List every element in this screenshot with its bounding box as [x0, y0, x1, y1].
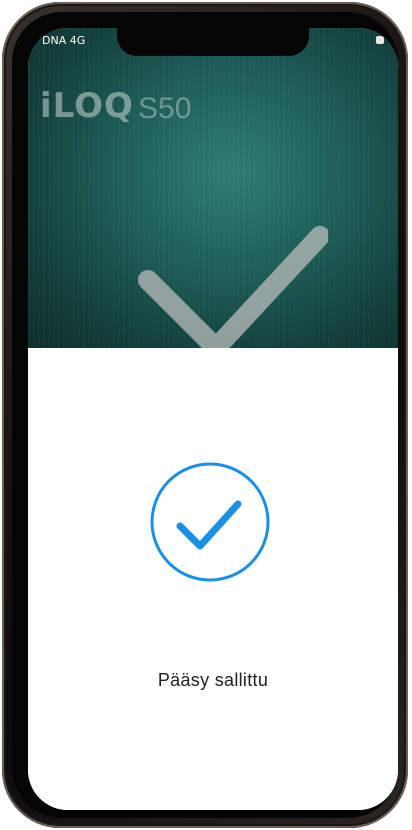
phone-screen: DNA 4G iLOQ S50 Pääsy sallittu — [28, 28, 398, 810]
device-checkmark-icon — [138, 226, 328, 350]
result-panel: Pääsy sallittu — [28, 348, 398, 810]
device-model-label: S50 — [138, 92, 192, 125]
app-screenshot: DNA 4G iLOQ S50 Pääsy sallittu — [0, 0, 412, 830]
battery-icon — [376, 36, 384, 44]
lock-device-view: iLOQ S50 — [28, 28, 398, 350]
check-circle-icon — [150, 462, 270, 582]
device-brand-label: iLOQ — [40, 86, 134, 126]
phone-notch — [117, 28, 309, 56]
carrier-label: DNA 4G — [42, 34, 86, 47]
access-granted-message: Pääsy sallittu — [157, 670, 269, 690]
